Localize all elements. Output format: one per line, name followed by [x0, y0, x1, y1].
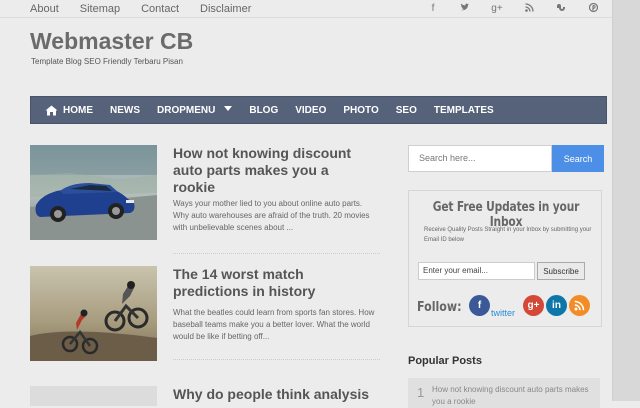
facebook-icon[interactable]: f	[469, 295, 490, 316]
twitter-icon[interactable]	[458, 3, 472, 15]
dropdown-caret-icon	[224, 105, 233, 111]
post-title[interactable]: The 14 worst match predictions in histor…	[173, 266, 373, 300]
popular-post-number: 1	[417, 385, 425, 400]
nav-video[interactable]: VIDEO	[295, 105, 326, 116]
site-description: Template Blog SEO Friendly Terbaru Pisan	[31, 57, 183, 66]
subscribe-button[interactable]: Subscribe	[537, 262, 585, 280]
email-field[interactable]: Enter your email...	[418, 262, 535, 280]
pinterest-icon[interactable]	[586, 2, 600, 15]
topnav-disclaimer-link[interactable]: Disclaimer	[200, 3, 251, 15]
nav-blog[interactable]: BLOG	[249, 105, 278, 116]
subscribe-description: Receive Quality Posts Straight in your I…	[424, 227, 592, 243]
top-navigation: About Sitemap Contact Disclaimer	[30, 3, 251, 15]
stumbleupon-icon[interactable]	[554, 3, 568, 15]
page-scrollbar[interactable]	[612, 0, 640, 401]
linkedin-icon[interactable]: in	[546, 295, 567, 316]
nav-photo[interactable]: PHOTO	[343, 105, 378, 116]
post-divider	[173, 359, 380, 360]
topnav-sitemap-link[interactable]: Sitemap	[80, 3, 120, 15]
post-thumbnail-car[interactable]	[30, 145, 157, 240]
popular-post-item[interactable]: 1 How not knowing discount auto parts ma…	[408, 378, 600, 408]
search-input[interactable]: Search here...	[408, 145, 552, 172]
post-item: The 14 worst match predictions in histor…	[30, 266, 380, 376]
home-icon	[45, 105, 58, 116]
post-item: How not knowing discount auto parts make…	[30, 145, 380, 255]
nav-home-label: HOME	[63, 104, 93, 116]
topnav-contact-link[interactable]: Contact	[141, 3, 179, 15]
subscribe-widget: Get Free Updates in your Inbox Receive Q…	[408, 190, 602, 327]
nav-home[interactable]: HOME	[45, 105, 93, 116]
nav-news[interactable]: NEWS	[110, 105, 140, 116]
google-plus-icon[interactable]: g+	[523, 295, 544, 316]
post-title[interactable]: Why do people think analysis	[173, 386, 373, 403]
follow-label: Follow:	[417, 300, 462, 315]
search-button[interactable]: Search	[552, 145, 604, 172]
post-title[interactable]: How not knowing discount auto parts make…	[173, 145, 373, 196]
topnav-about-link[interactable]: About	[30, 3, 59, 15]
top-bar: About Sitemap Contact Disclaimer f g+	[0, 0, 612, 18]
social-icons-top: f g+	[426, 2, 600, 15]
rss-icon[interactable]	[522, 3, 536, 15]
post-excerpt: Ways your mother lied to you about onlin…	[173, 199, 370, 232]
rss-icon[interactable]	[569, 295, 590, 316]
popular-posts-title: Popular Posts	[408, 355, 482, 367]
nav-seo[interactable]: SEO	[396, 105, 417, 116]
google-plus-icon[interactable]: g+	[490, 3, 504, 15]
post-thumbnail-motocross[interactable]	[30, 266, 157, 361]
site-title[interactable]: Webmaster CB	[30, 28, 193, 55]
popular-post-title[interactable]: How not knowing discount auto parts make…	[432, 384, 592, 408]
post-divider	[173, 253, 380, 254]
post-item: Why do people think analysis	[30, 386, 380, 406]
post-thumbnail[interactable]	[30, 386, 157, 406]
nav-dropmenu-label: DROPMENU	[157, 104, 216, 116]
facebook-icon[interactable]: f	[426, 3, 440, 15]
main-navigation: HOME NEWS DROPMENU BLOG VIDEO PHOTO SEO …	[30, 96, 607, 124]
nav-dropmenu[interactable]: DROPMENU	[157, 104, 233, 116]
post-excerpt: What the beatles could learn from sports…	[173, 308, 375, 341]
twitter-link[interactable]: twitter	[491, 308, 515, 318]
nav-templates[interactable]: TEMPLATES	[434, 105, 494, 116]
